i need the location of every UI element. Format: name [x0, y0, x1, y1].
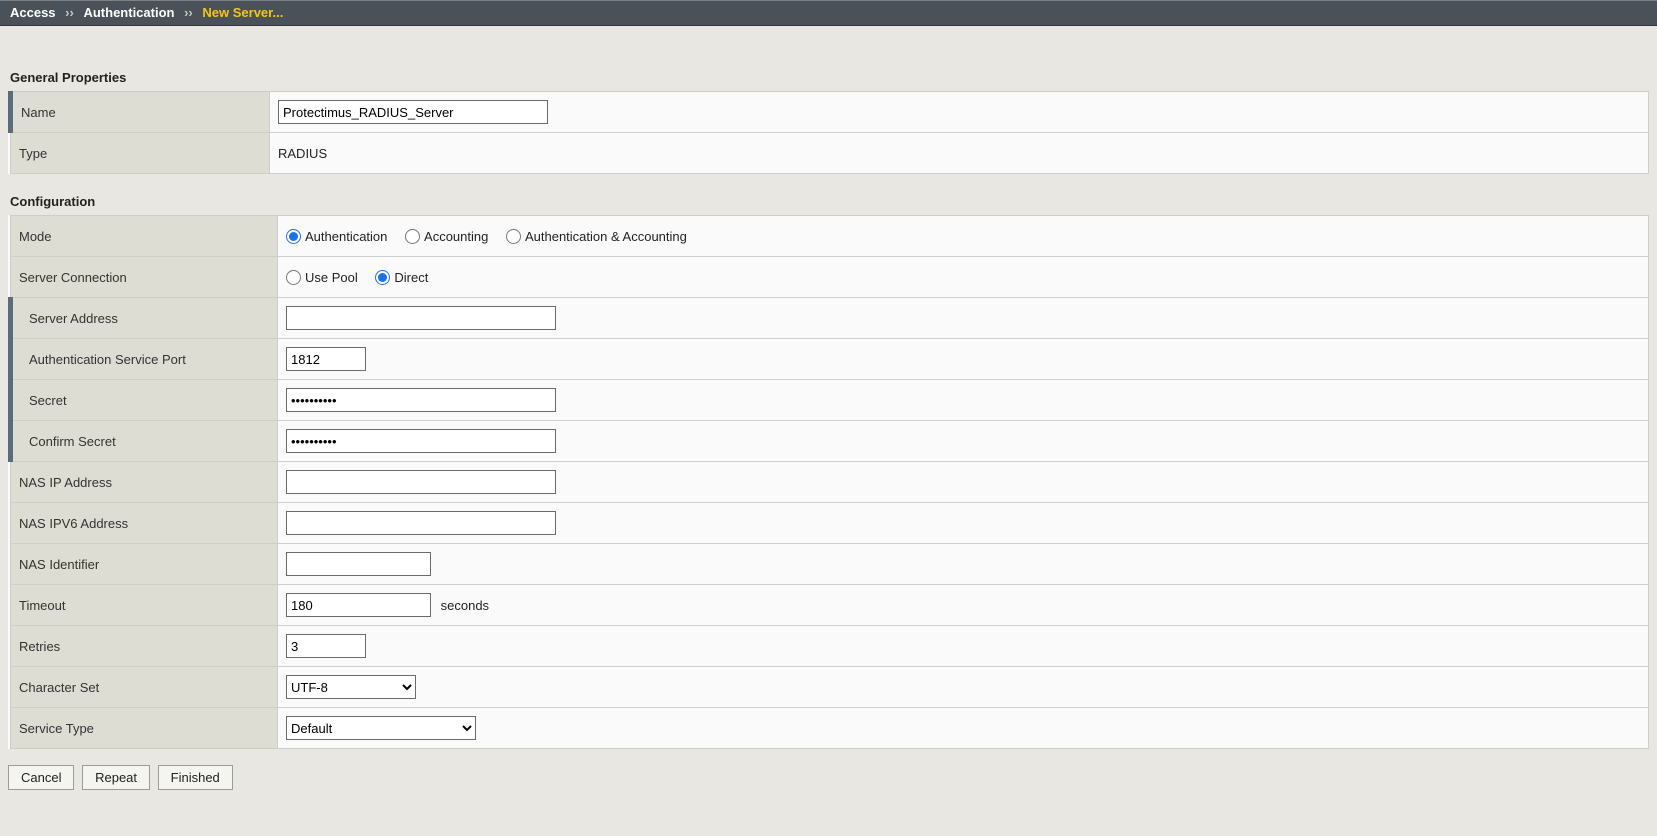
auth-service-port-input[interactable]	[286, 347, 366, 371]
radio-label-mode-acct: Accounting	[424, 229, 488, 244]
radio-label-mode-both: Authentication & Accounting	[525, 229, 687, 244]
row-nas-ipv6: NAS IPV6 Address	[11, 503, 1649, 544]
breadcrumb-authentication[interactable]: Authentication	[83, 5, 174, 20]
label-charset: Character Set	[11, 667, 278, 708]
finished-button[interactable]: Finished	[158, 765, 233, 790]
row-timeout: Timeout seconds	[11, 585, 1649, 626]
breadcrumb-access[interactable]: Access	[10, 5, 56, 20]
row-confirm-secret: Confirm Secret	[11, 421, 1649, 462]
label-name: Name	[11, 92, 270, 133]
radio-conn-pool[interactable]	[286, 270, 301, 285]
label-nas-ipv6: NAS IPV6 Address	[11, 503, 278, 544]
general-properties-table: Name Type RADIUS	[8, 91, 1649, 174]
secret-input[interactable]	[286, 388, 556, 412]
breadcrumb: Access ›› Authentication ›› New Server..…	[0, 0, 1657, 26]
label-mode: Mode	[11, 216, 278, 257]
configuration-table: Mode Authentication Accounting Authentic…	[8, 215, 1649, 749]
row-type: Type RADIUS	[11, 133, 1649, 174]
label-service-type: Service Type	[11, 708, 278, 749]
row-name: Name	[11, 92, 1649, 133]
value-type: RADIUS	[270, 133, 1649, 174]
label-timeout: Timeout	[11, 585, 278, 626]
timeout-input[interactable]	[286, 593, 431, 617]
label-secret: Secret	[11, 380, 278, 421]
name-input[interactable]	[278, 100, 548, 124]
retries-input[interactable]	[286, 634, 366, 658]
radio-conn-direct[interactable]	[375, 270, 390, 285]
radio-mode-both[interactable]	[506, 229, 521, 244]
breadcrumb-sep-2: ››	[178, 5, 199, 20]
row-nas-identifier: NAS Identifier	[11, 544, 1649, 585]
section-general-title: General Properties	[10, 70, 1649, 85]
section-config-title: Configuration	[10, 194, 1649, 209]
row-mode: Mode Authentication Accounting Authentic…	[11, 216, 1649, 257]
row-service-type: Service Type Default	[11, 708, 1649, 749]
cancel-button[interactable]: Cancel	[8, 765, 74, 790]
breadcrumb-sep-1: ››	[59, 5, 80, 20]
service-type-select[interactable]: Default	[286, 716, 476, 740]
row-server-connection: Server Connection Use Pool Direct	[11, 257, 1649, 298]
action-buttons: Cancel Repeat Finished	[8, 765, 1649, 790]
row-auth-service-port: Authentication Service Port	[11, 339, 1649, 380]
server-address-input[interactable]	[286, 306, 556, 330]
charset-select[interactable]: UTF-8	[286, 675, 416, 699]
nas-identifier-input[interactable]	[286, 552, 431, 576]
label-confirm-secret: Confirm Secret	[11, 421, 278, 462]
repeat-button[interactable]: Repeat	[82, 765, 150, 790]
radio-label-mode-auth: Authentication	[305, 229, 387, 244]
label-server-address: Server Address	[11, 298, 278, 339]
radio-label-conn-pool: Use Pool	[305, 270, 358, 285]
label-type: Type	[11, 133, 270, 174]
label-server-connection: Server Connection	[11, 257, 278, 298]
row-nas-ip: NAS IP Address	[11, 462, 1649, 503]
radio-mode-authentication[interactable]	[286, 229, 301, 244]
label-retries: Retries	[11, 626, 278, 667]
row-secret: Secret	[11, 380, 1649, 421]
breadcrumb-current: New Server...	[202, 5, 283, 20]
label-auth-service-port: Authentication Service Port	[11, 339, 278, 380]
radio-label-conn-direct: Direct	[394, 270, 428, 285]
nas-ipv6-input[interactable]	[286, 511, 556, 535]
confirm-secret-input[interactable]	[286, 429, 556, 453]
row-charset: Character Set UTF-8	[11, 667, 1649, 708]
label-nas-identifier: NAS Identifier	[11, 544, 278, 585]
nas-ip-input[interactable]	[286, 470, 556, 494]
radio-mode-accounting[interactable]	[405, 229, 420, 244]
row-server-address: Server Address	[11, 298, 1649, 339]
label-nas-ip: NAS IP Address	[11, 462, 278, 503]
timeout-unit: seconds	[441, 598, 489, 613]
row-retries: Retries	[11, 626, 1649, 667]
